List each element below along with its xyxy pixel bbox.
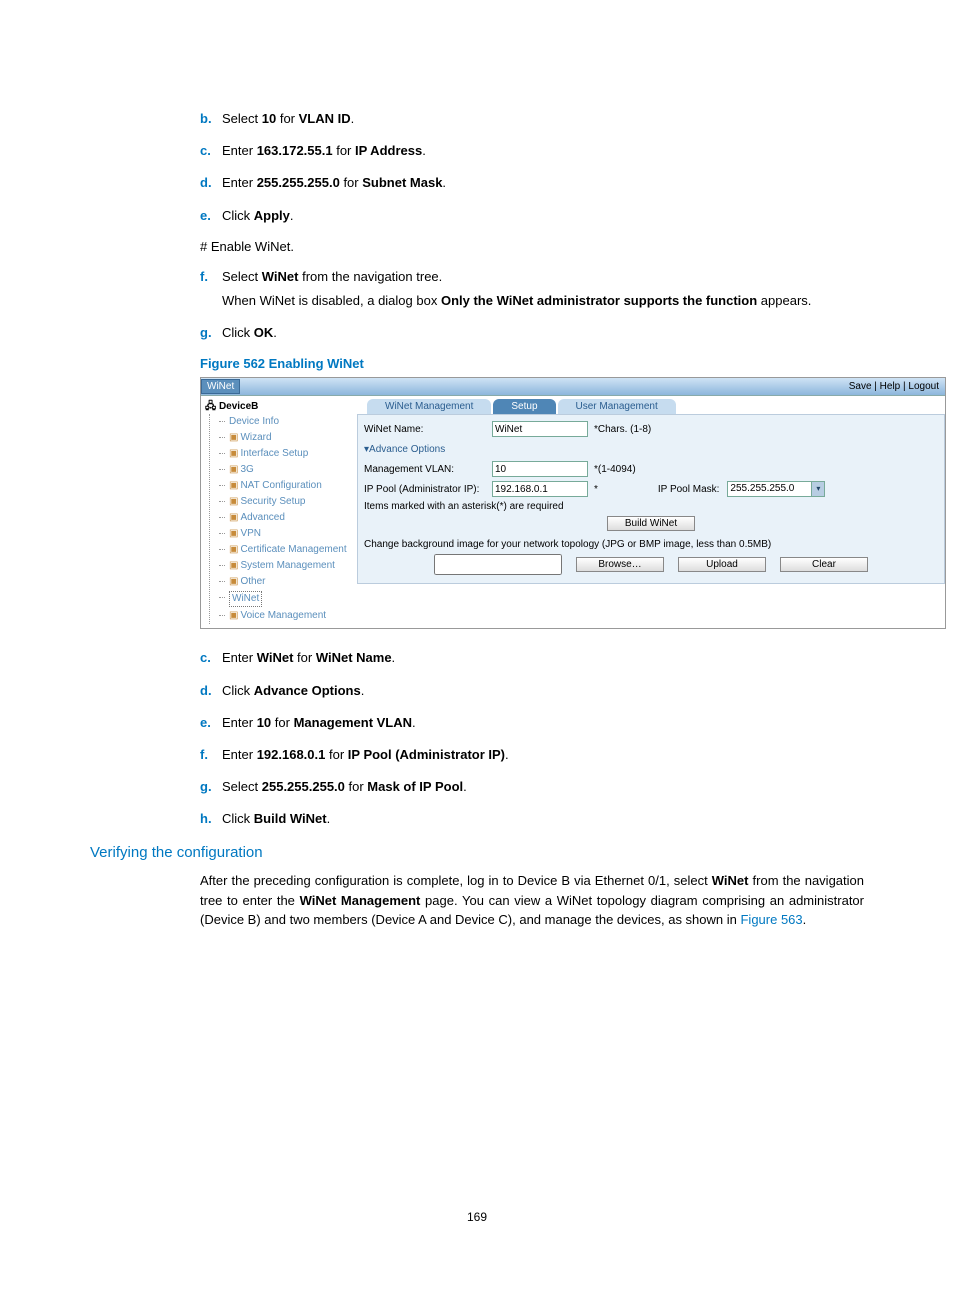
folder-icon: ▣ (229, 528, 238, 539)
bg-note: Change background image for your network… (364, 539, 938, 550)
section-heading: Verifying the configuration (90, 844, 864, 861)
tree-interface-setup[interactable]: ▣Interface Setup (219, 446, 355, 462)
tab-user-mgmt[interactable]: User Management (558, 399, 676, 414)
folder-icon: ▣ (229, 610, 238, 621)
step2-f: f.Enter 192.168.0.1 for IP Pool (Adminis… (200, 746, 864, 764)
steps-upper: b.Select 10 for VLAN ID. c.Enter 163.172… (90, 110, 864, 225)
input-vlan[interactable] (492, 461, 588, 477)
tab-setup[interactable]: Setup (493, 399, 555, 414)
logout-link[interactable]: Logout (908, 381, 939, 392)
step-c: c.Enter 163.172.55.1 for IP Address. (200, 142, 864, 160)
upload-button[interactable]: Upload (678, 557, 766, 572)
hint-vlan: *(1-4094) (594, 464, 636, 475)
folder-icon: ▣ (229, 464, 238, 475)
tree-nat[interactable]: ▣NAT Configuration (219, 478, 355, 494)
browse-button[interactable]: Browse… (576, 557, 664, 572)
nav-tree: 🖧 DeviceB Device Info ▣Wizard ▣Interface… (201, 396, 357, 628)
figure-caption: Figure 562 Enabling WiNet (200, 356, 864, 371)
titlebar-label: WiNet (201, 379, 240, 394)
folder-icon: ▣ (229, 544, 238, 555)
setup-form: WiNet Name: *Chars. (1-8) Advance Option… (357, 414, 945, 584)
folder-icon: ▣ (229, 448, 238, 459)
advance-options-link[interactable]: Advance Options (364, 444, 445, 455)
hint-ippool: * (594, 484, 598, 495)
step2-g: g.Select 255.255.255.0 for Mask of IP Po… (200, 778, 864, 796)
steps-upper-2: f.Select WiNet from the navigation tree.… (90, 268, 864, 343)
step2-h: h.Click Build WiNet. (200, 810, 864, 828)
folder-icon: ▣ (229, 560, 238, 571)
dropdown-icon: ▾ (811, 482, 824, 496)
tab-winet-mgmt[interactable]: WiNet Management (367, 399, 491, 414)
tree-wizard[interactable]: ▣Wizard (219, 430, 355, 446)
step2-c: c.Enter WiNet for WiNet Name. (200, 649, 864, 667)
step-d: d.Enter 255.255.255.0 for Subnet Mask. (200, 174, 864, 192)
input-winet-name[interactable] (492, 421, 588, 437)
tree-vpn[interactable]: ▣VPN (219, 526, 355, 542)
save-link[interactable]: Save (849, 381, 872, 392)
step-f-sub: When WiNet is disabled, a dialog box Onl… (222, 292, 864, 310)
tree-cert[interactable]: ▣Certificate Management (219, 542, 355, 558)
title-links: Save | Help | Logout (849, 381, 945, 392)
figure-link[interactable]: Figure 563 (740, 912, 802, 927)
step2-d: d.Click Advance Options. (200, 682, 864, 700)
tree-device-info[interactable]: Device Info (219, 414, 355, 430)
verify-paragraph: After the preceding configuration is com… (200, 871, 864, 930)
page-number: 169 (90, 1210, 864, 1224)
enable-note: # Enable WiNet. (90, 239, 864, 254)
label-vlan: Management VLAN: (364, 464, 492, 475)
title-bar: WiNet Save | Help | Logout (201, 378, 945, 396)
build-winet-button[interactable]: Build WiNet (607, 516, 695, 531)
tree-sysmgmt[interactable]: ▣System Management (219, 558, 355, 574)
help-link[interactable]: Help (880, 381, 901, 392)
step-e: e.Click Apply. (200, 207, 864, 225)
folder-icon: ▣ (229, 480, 238, 491)
main-panel: WiNet Management Setup User Management W… (357, 396, 945, 628)
step-f: f.Select WiNet from the navigation tree.… (200, 268, 864, 310)
tree-other[interactable]: ▣Other (219, 574, 355, 590)
label-ipmask: IP Pool Mask: (658, 484, 720, 495)
steps-lower: c.Enter WiNet for WiNet Name. d.Click Ad… (90, 649, 864, 828)
step2-e: e.Enter 10 for Management VLAN. (200, 714, 864, 732)
tree-voice[interactable]: ▣Voice Management (219, 608, 355, 624)
folder-icon: ▣ (229, 432, 238, 443)
tabs: WiNet Management Setup User Management (357, 396, 945, 414)
input-ippool[interactable] (492, 481, 588, 497)
figure-562: WiNet Save | Help | Logout 🖧 DeviceB Dev… (200, 377, 946, 629)
folder-icon: ▣ (229, 512, 238, 523)
hint-name: *Chars. (1-8) (594, 424, 651, 435)
clear-button[interactable]: Clear (780, 557, 868, 572)
step-b: b.Select 10 for VLAN ID. (200, 110, 864, 128)
tree-root[interactable]: 🖧 DeviceB (205, 400, 355, 414)
tree-security[interactable]: ▣Security Setup (219, 494, 355, 510)
label-ippool: IP Pool (Administrator IP): (364, 484, 492, 495)
tree-advanced[interactable]: ▣Advanced (219, 510, 355, 526)
step-g: g.Click OK. (200, 324, 864, 342)
tree-winet[interactable]: WiNet (219, 590, 355, 608)
input-bg-path[interactable] (434, 554, 562, 575)
asterisk-note: Items marked with an asterisk(*) are req… (364, 501, 938, 512)
folder-icon: ▣ (229, 576, 238, 587)
select-ipmask[interactable]: 255.255.255.0▾ (727, 481, 825, 497)
folder-icon: ▣ (229, 496, 238, 507)
tree-3g[interactable]: ▣3G (219, 462, 355, 478)
label-name: WiNet Name: (364, 424, 492, 435)
